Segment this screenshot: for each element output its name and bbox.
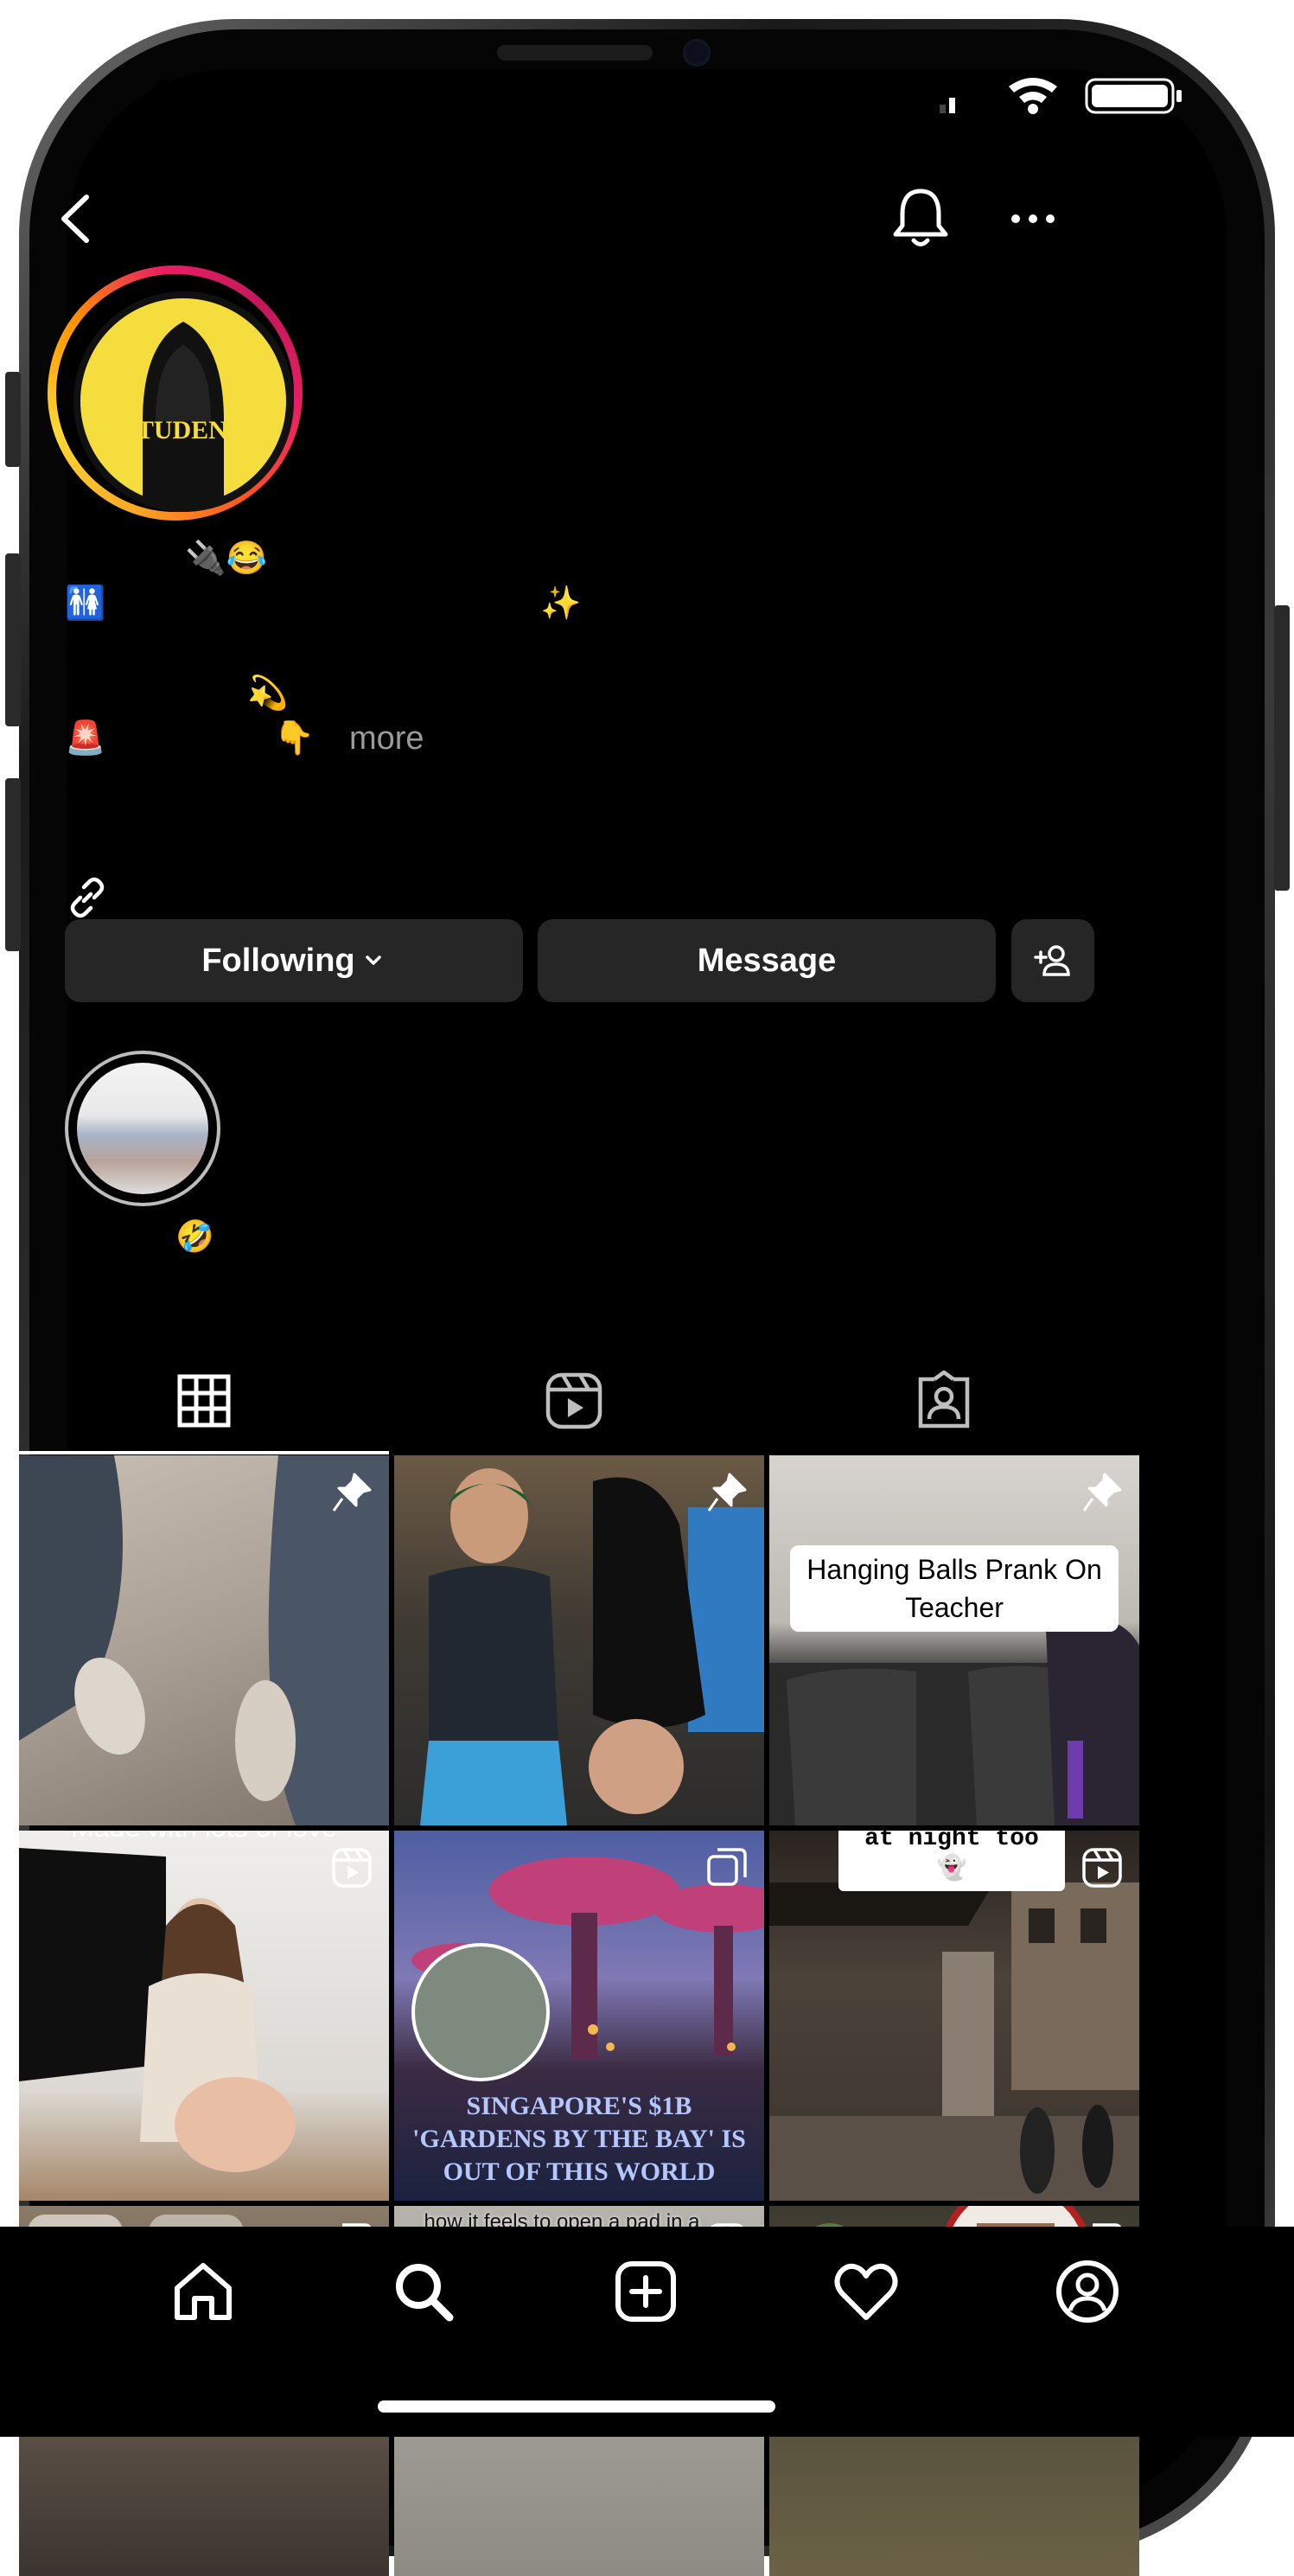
bell-icon[interactable] [890,186,951,251]
search-icon[interactable] [389,2257,458,2326]
avatar-story-ring[interactable]: STUDENT [48,265,303,521]
more-options-icon[interactable] [1007,201,1059,236]
home-icon[interactable] [169,2257,238,2326]
following-count: 101 [976,343,1038,385]
suggested-users-button[interactable] [1011,919,1094,1002]
profile-header: unhelpfulstudent [0,169,1294,264]
status-icons [940,76,1190,115]
bio-line: 🚨 Promotion 👇 [65,720,315,757]
front-camera [683,39,711,67]
wifi-icon [1009,78,1057,114]
following-button[interactable]: Following [65,919,523,1002]
avatar-text: STUDENT [122,416,245,444]
profile-username: unhelpfulstudent [489,195,805,239]
tab-posts-grid[interactable] [19,1349,389,1453]
battery-icon [1085,78,1182,114]
following-label: Following [937,389,1077,425]
chevron-down-icon [365,956,381,965]
avatar: STUDENT [73,291,294,512]
message-button[interactable]: Message [538,919,996,1002]
tab-reels[interactable] [389,1349,759,1453]
followers-count: 1,2M [758,343,841,385]
active-tab-indicator [19,1451,389,1454]
reel-icon [332,1848,372,1888]
volume-down-button [5,778,21,951]
post-caption-overlay: SINGAPORE'S $1B 'GARDENS BY THE BAY' IS … [412,2092,746,2186]
tab-tagged[interactable] [759,1349,1129,1453]
message-button-label: Message [697,942,837,979]
grid-post[interactable]: SINGAPORE'S $1B 'GARDENS BY THE BAY' IS … [394,1831,764,2201]
grid-post[interactable]: at night too 👻 [769,1831,1139,2201]
posts-count: 8.057 [545,343,639,385]
reels-icon [545,1372,602,1429]
activity-heart-icon[interactable] [832,2257,901,2326]
following-stat[interactable]: 101 Following [921,343,1093,426]
profile-website-link[interactable]: originalsakm.com/Feelings [65,875,516,920]
see-translation-link[interactable]: See Translation [65,761,584,806]
profile-display-name: Memes 🔌😂 [65,540,268,577]
profile-bio: Memes 🔌😂 🚻 Follow to join our community … [65,536,584,806]
status-time: 15:00 [151,70,266,118]
add-person-icon [1034,945,1070,976]
grid-post[interactable]: Made with lots of love [19,1831,389,2201]
highlight-thumbnail [77,1063,208,1194]
post-caption-overlay: at night too 👻 [838,1831,1065,1891]
bio-line-last: 🚨 Promotion 👇 more [65,716,584,761]
bio-line: 🚻 Follow to join our community ✨ [65,585,582,622]
grid-post[interactable] [394,1455,764,1825]
pin-icon [332,1473,372,1512]
following-button-label: Following [201,942,355,979]
bio-line: Best project 💫 @spottedhollywood [65,675,585,712]
highlight-label: Memes 🤣 [65,1218,214,1254]
reel-icon [1082,1848,1122,1888]
website-url: originalsakm.com/Feelings [127,879,516,916]
pin-icon [707,1473,747,1512]
volume-up-button [5,553,21,726]
bio-more-link[interactable]: more [349,720,424,757]
followers-stat[interactable]: 1,2M Followers [713,343,886,426]
profile-icon[interactable] [1053,2257,1122,2326]
posts-label: Posts [551,389,634,425]
grid-post[interactable]: Hanging Balls Prank On Teacher [769,1455,1139,1825]
link-icon [70,877,105,918]
post-caption-overlay: Hanging Balls Prank On Teacher [790,1545,1119,1632]
bio-line: #1 Student-Page on Instagram [65,630,513,667]
power-button [1274,605,1290,891]
post-caption-overlay: Made with lots of love [19,1831,389,1844]
home-indicator[interactable] [378,2400,775,2413]
mute-switch [5,372,21,467]
create-post-icon[interactable] [611,2257,680,2326]
tagged-person-icon [918,1371,970,1429]
pin-icon [1082,1473,1122,1512]
grid-icon [177,1374,231,1428]
posts-stat[interactable]: 8.057 Posts [519,343,666,426]
story-highlight[interactable]: Memes 🤣 [61,1051,225,1255]
carousel-icon [707,1848,747,1886]
followers-label: Followers [729,389,870,425]
speaker-grille [497,45,653,61]
signal-icon [940,98,955,113]
highlight-ring [65,1051,220,1206]
grid-post[interactable] [19,1455,389,1825]
